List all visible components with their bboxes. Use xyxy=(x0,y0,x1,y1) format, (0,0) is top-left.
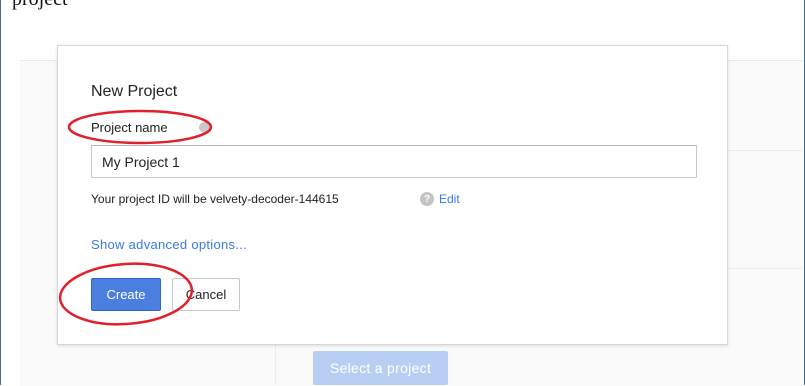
page-caption: project xyxy=(12,0,68,11)
cancel-button[interactable]: Cancel xyxy=(172,278,240,311)
edit-project-id-link[interactable]: Edit xyxy=(439,192,460,206)
question-circle-icon[interactable]: ? xyxy=(420,192,434,206)
create-button[interactable]: Create xyxy=(91,278,161,311)
new-project-dialog: New Project Project name Your project ID… xyxy=(57,45,728,345)
help-dot-icon[interactable] xyxy=(199,122,210,133)
background-divider-right-2 xyxy=(728,268,803,269)
project-name-label: Project name xyxy=(91,120,168,135)
dialog-title: New Project xyxy=(91,83,178,100)
project-id-text: Your project ID will be velvety-decoder-… xyxy=(91,192,339,206)
project-name-input[interactable] xyxy=(91,145,697,178)
background-divider-right-1 xyxy=(728,150,803,151)
show-advanced-options-link[interactable]: Show advanced options... xyxy=(91,237,247,252)
select-project-button[interactable]: Select a project xyxy=(313,351,448,385)
